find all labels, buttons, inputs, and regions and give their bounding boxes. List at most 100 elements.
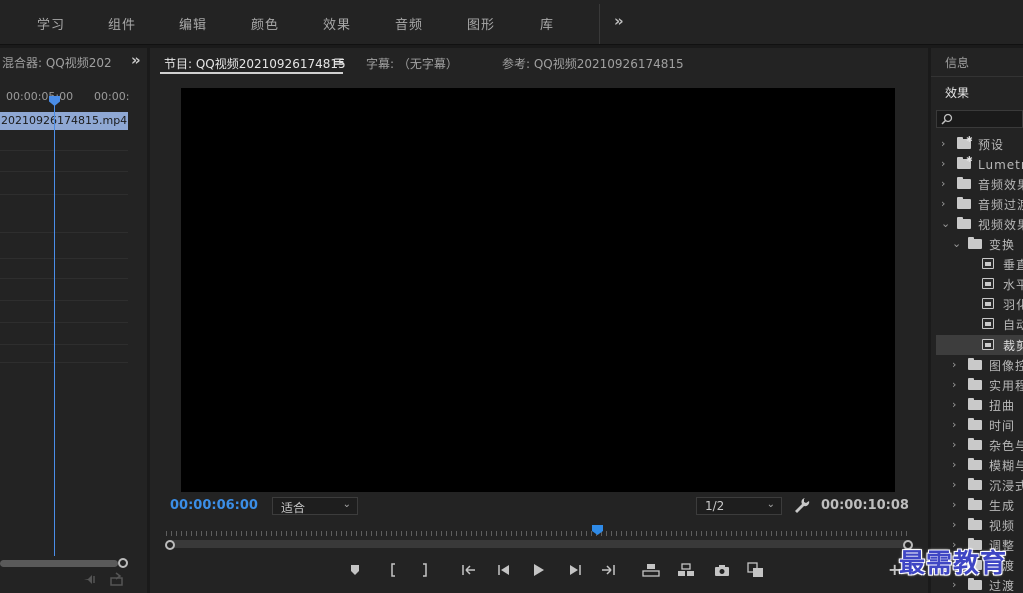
workspace-bar: 学习 组件 编辑 颜色 效果 音频 图形 库 » [0, 0, 1023, 45]
effects-tree-item[interactable]: › 生成 [936, 495, 1023, 515]
mixer-overflow-icon[interactable]: » [131, 51, 141, 69]
extract-button[interactable] [677, 561, 695, 579]
tab-program[interactable]: 节目: QQ视频20210926174815 [164, 55, 346, 72]
effects-tree-item[interactable]: › ✱ Lumetri 预设 [936, 154, 1023, 174]
chevron-right-icon[interactable]: › [952, 478, 956, 491]
video-frame[interactable] [181, 88, 895, 492]
effects-tree-item[interactable]: › 视频 [936, 515, 1023, 535]
effects-tree-item[interactable]: ⌄ 视频效果 [936, 214, 1023, 234]
chevron-right-icon[interactable]: › [952, 418, 956, 431]
workspace-tab-editing[interactable]: 编辑 [179, 14, 207, 33]
workspace-tab-assembly[interactable]: 组件 [108, 14, 136, 33]
effects-tree-item[interactable]: 裁剪 [936, 334, 1023, 355]
wrench-settings-icon[interactable] [794, 497, 810, 513]
chevron-right-icon[interactable]: › [941, 137, 945, 150]
monitor-zoom-scrollbar[interactable] [166, 540, 910, 548]
effects-tree-item[interactable]: › 实用程序 [936, 375, 1023, 395]
mark-out-button[interactable] [416, 561, 434, 579]
monitor-zoom-handle-left[interactable] [165, 540, 175, 550]
chevron-right-icon[interactable]: › [952, 398, 956, 411]
effects-tree-item[interactable]: ⌄ 变换 [936, 234, 1023, 254]
playback-resolution-select[interactable]: 1/2 ⌄ [696, 497, 782, 515]
chevron-right-icon[interactable]: › [952, 578, 956, 591]
workspace-tab-libraries[interactable]: 库 [540, 14, 554, 33]
effects-tree-item[interactable]: › 图像控制 [936, 355, 1023, 375]
effects-tree-label: 视频效果 [978, 218, 1023, 233]
audio-note-icon[interactable] [82, 572, 98, 586]
effect-icon [982, 338, 994, 350]
effects-tree-item[interactable]: 水平翻转 [936, 274, 1023, 294]
panel-divider [931, 76, 1023, 77]
effects-tree-item[interactable]: › 沉浸式视频 [936, 475, 1023, 495]
track-divider [0, 150, 128, 151]
workspace-tab-graphics[interactable]: 图形 [467, 14, 495, 33]
tab-reference[interactable]: 参考: QQ视频20210926174815 [502, 55, 684, 72]
mark-in-button[interactable] [384, 561, 402, 579]
workspace-tab-color[interactable]: 颜色 [251, 14, 279, 33]
track-divider [0, 278, 128, 279]
chevron-right-icon[interactable]: › [952, 458, 956, 471]
mixer-zoom-handle[interactable] [118, 558, 128, 568]
tab-info[interactable]: 信息 [945, 54, 969, 71]
chevron-right-icon[interactable]: › [952, 358, 956, 371]
effect-icon [982, 278, 994, 290]
step-back-button[interactable] [495, 561, 513, 579]
timeline-clip[interactable]: 20210926174815.mp4 [0, 112, 128, 130]
play-button[interactable] [530, 561, 548, 579]
export-icon[interactable] [109, 572, 125, 586]
add-marker-button[interactable] [346, 561, 364, 579]
fit-zoom-select[interactable]: 适合 ⌄ [272, 497, 358, 515]
monitor-time-ruler[interactable] [166, 528, 910, 538]
tab-captions[interactable]: 字幕: （无字幕） [366, 55, 458, 72]
effects-tree-item[interactable]: 自动重构 [936, 314, 1023, 334]
chevron-down-icon[interactable]: ⌄ [952, 237, 961, 250]
lift-button[interactable] [642, 561, 660, 579]
workspace-overflow-icon[interactable]: » [614, 12, 624, 30]
effects-tree-item[interactable]: 羽化边缘 [936, 294, 1023, 314]
chevron-right-icon[interactable]: › [952, 378, 956, 391]
workspace-tab-learn[interactable]: 学习 [37, 14, 65, 33]
chevron-right-icon[interactable]: › [941, 177, 945, 190]
mixer-playhead[interactable] [54, 100, 55, 556]
effects-tree-item[interactable]: › 扭曲 [936, 395, 1023, 415]
go-to-in-button[interactable] [460, 561, 478, 579]
lift-icon [642, 564, 660, 577]
comparison-view-button[interactable] [747, 561, 765, 579]
effects-tree-item[interactable]: › ✱ 预设 [936, 134, 1023, 154]
folder-icon [957, 217, 971, 230]
chevron-down-icon[interactable]: ⌄ [941, 217, 950, 230]
tab-effects[interactable]: 效果 [945, 84, 969, 101]
chevron-right-icon[interactable]: › [952, 438, 956, 451]
folder-icon [968, 397, 982, 410]
mark-out-icon [423, 563, 427, 577]
effects-tree-label: 模糊与锐化 [989, 458, 1023, 473]
effects-tree-label: 生成 [989, 498, 1016, 513]
step-forward-button[interactable] [566, 561, 584, 579]
effects-tree-item[interactable]: 垂直翻转 [936, 254, 1023, 274]
effects-tree-item[interactable]: › 时间 [936, 415, 1023, 435]
chevron-right-icon[interactable]: › [941, 157, 945, 170]
effects-tree-item[interactable]: › 杂色与颗粒 [936, 435, 1023, 455]
workspace-divider [599, 4, 600, 44]
mixer-zoom-scrollbar[interactable] [0, 560, 118, 567]
workspace-tab-effects[interactable]: 效果 [323, 14, 351, 33]
track-divider [0, 171, 128, 172]
preset-folder-icon: ✱ [957, 155, 973, 170]
effects-search-input[interactable] [936, 110, 1023, 128]
chevron-right-icon[interactable]: › [941, 197, 945, 210]
export-frame-button[interactable] [713, 561, 731, 579]
chevron-right-icon[interactable]: › [952, 518, 956, 531]
effects-tree-label: 垂直翻转 [1003, 258, 1023, 273]
mixer-tab[interactable]: 混合器: QQ视频202 [2, 54, 112, 71]
go-to-out-button[interactable] [599, 561, 617, 579]
effects-tree-item[interactable]: › 音频效果 [936, 174, 1023, 194]
go-to-out-icon [602, 565, 615, 575]
effects-tree-label: 时间 [989, 418, 1016, 433]
current-timecode[interactable]: 00:00:06:00 [170, 498, 258, 513]
effects-tree-item[interactable]: › 音频过渡 [936, 194, 1023, 214]
chevron-right-icon[interactable]: › [952, 498, 956, 511]
program-menu-icon[interactable]: ≡ [333, 54, 345, 70]
effects-tree-label: 实用程序 [989, 378, 1023, 393]
effects-tree-item[interactable]: › 模糊与锐化 [936, 455, 1023, 475]
workspace-tab-audio[interactable]: 音频 [395, 14, 423, 33]
